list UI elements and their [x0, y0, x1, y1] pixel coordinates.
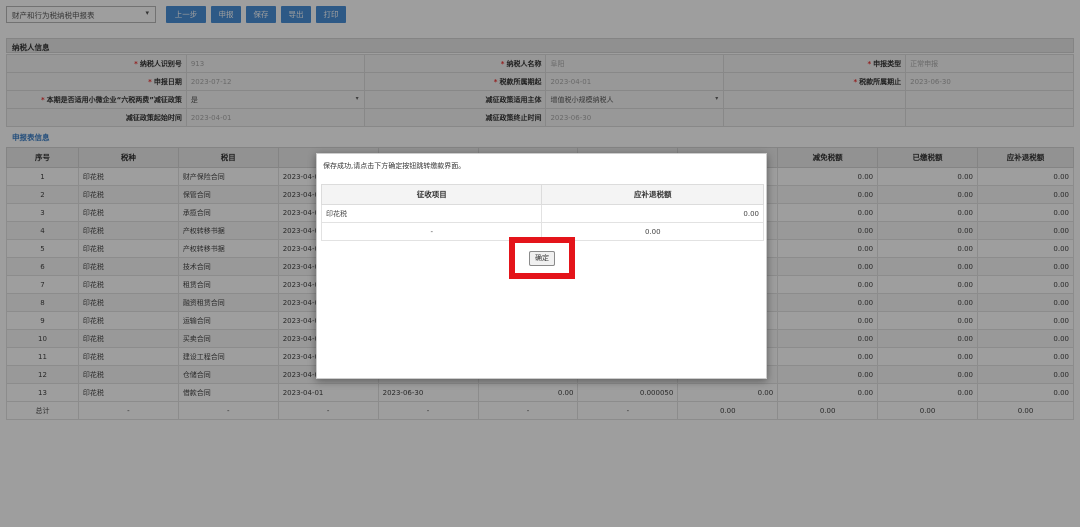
col-header: 征收项目 [320, 184, 543, 205]
col-header: 应补退税额 [541, 184, 764, 205]
dialog-row: 印花税 0.00 [320, 204, 764, 223]
dialog-cell: 印花税 [320, 204, 543, 223]
dialog-table: 征收项目 应补退税额 印花税 0.00 - 0.00 [320, 184, 764, 241]
dialog-header-row: 征收项目 应补退税额 [320, 184, 764, 205]
highlight-box [509, 237, 575, 279]
dialog-cell: 0.00 [541, 204, 764, 223]
dialog-message: 保存成功,请点击下方确定按钮跳转缴款界面。 [323, 162, 466, 170]
dialog-cell: 0.00 [541, 222, 764, 241]
